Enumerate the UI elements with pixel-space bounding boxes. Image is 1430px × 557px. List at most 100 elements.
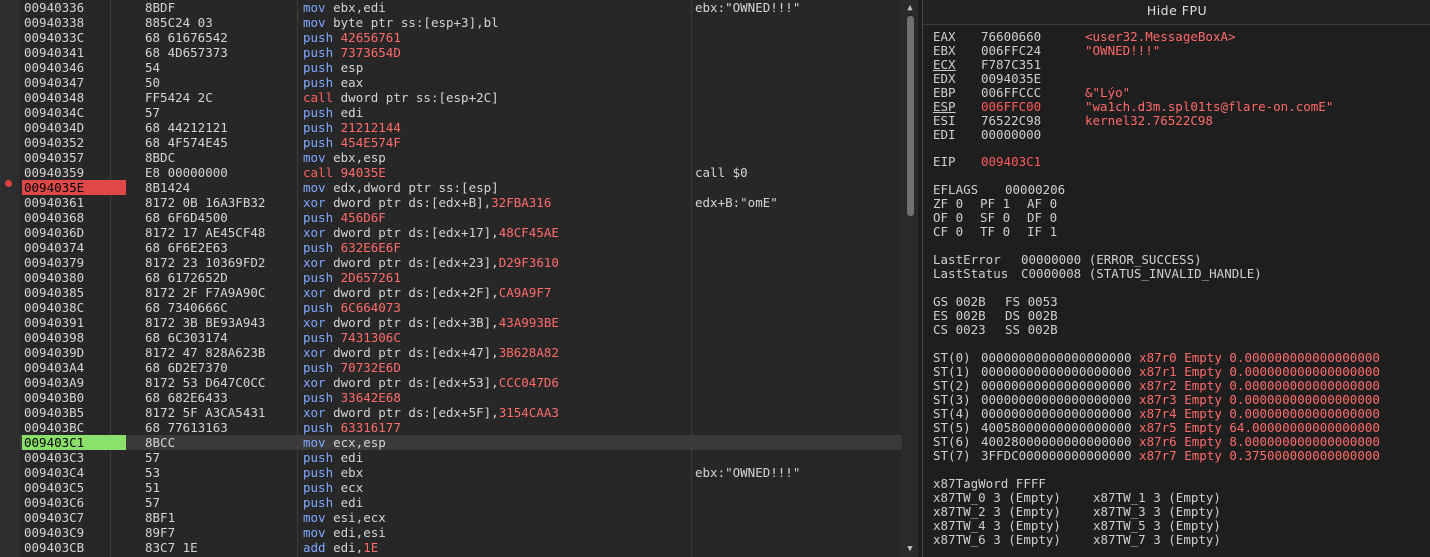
tagword-entry[interactable]: x87TW_0 3 (Empty) [933,491,1093,505]
segment-item[interactable]: CS 0023 [933,323,1005,337]
register-value[interactable]: 00000206 [1005,182,1065,197]
segment-item[interactable]: ES 002B [933,309,1005,323]
tagword-entry[interactable]: x87TW_1 3 (Empty) [1093,490,1221,505]
segment-item[interactable]: FS 0053 [1005,295,1077,309]
disassembly-scrollbar[interactable]: ▲ ▼ [902,0,918,557]
instruction-row[interactable]: 009403BC 68 77613163 push 63316177 [20,420,902,435]
instruction-row[interactable]: 00940398 68 6C303174 push 7431306C [20,330,902,345]
instruction-row[interactable]: 009403B5 8172 5F A3CA5431 xor dword ptr ds… [20,405,902,420]
fpu-register-name: ST(6) [933,434,971,449]
fpu-register-raw[interactable]: 00000000000000000000 [981,378,1132,393]
instruction-row[interactable]: 009403C7 8BF1 mov esi,ecx [20,510,902,525]
instruction-row[interactable]: 00940338 885C24 03 mov byte ptr ss:[esp+3]… [20,15,902,30]
instruction-row[interactable]: 0094034D 68 44212121 push 21212144 [20,120,902,135]
register-value[interactable]: 76522C98 [981,113,1041,128]
instruction-mnemonic: push [303,105,341,120]
breakpoint-gutter[interactable] [0,0,20,557]
segment-item[interactable]: SS 002B [1005,323,1077,337]
instruction-row[interactable]: 00940385 8172 2F F7A9A90C xor dword ptr ds… [20,285,902,300]
instruction-row[interactable]: 00940374 68 6F6E2E63 push 632E6E6F [20,240,902,255]
tagword-entry[interactable]: x87TW_2 3 (Empty) [933,505,1093,519]
instruction-row[interactable]: 009403B0 68 682E6433 push 33642E68 [20,390,902,405]
instruction-row[interactable]: 009403A4 68 6D2E7370 push 70732E6D [20,360,902,375]
instruction-address: 00940368 [24,210,85,225]
scroll-thumb[interactable] [907,16,914,216]
register-value[interactable]: FFFF [1016,476,1046,491]
instruction-text: push 456D6F [303,210,386,225]
flag-item[interactable]: PF 1 [980,197,1027,211]
fpu-register-raw[interactable]: 3FFDC000000000000000 [981,448,1132,463]
instruction-row[interactable]: 00940368 68 6F6D4500 push 456D6F [20,210,902,225]
instruction-row[interactable]: 0094039D 8172 47 828A623B xor dword ptr ds… [20,345,902,360]
scroll-up-arrow-icon[interactable]: ▲ [905,3,915,13]
instruction-row[interactable]: 00940379 8172 23 10369FD2 xor dword ptr ds… [20,255,902,270]
instruction-row[interactable]: 009403CB 83C7 1E add edi,1E [20,540,902,555]
instruction-operands: dword ptr ss:[esp+2C] [340,90,499,105]
instruction-row[interactable]: 00940348 FF5424 2C call dword ptr ss:[esp+… [20,90,902,105]
segment-value: 0023 [955,322,986,337]
register-value[interactable]: 00000000 [981,127,1041,142]
instruction-mnemonic: push [303,360,341,375]
instruction-operands: dword ptr ds:[edx+2F], [333,285,499,300]
fpu-register-raw[interactable]: 00000000000000000000 [981,364,1132,379]
instruction-row[interactable]: 0094038C 68 7340666C push 6C664073 [20,300,902,315]
flag-item[interactable]: ZF 0 [933,197,980,211]
fpu-register-raw[interactable]: 40058000000000000000 [981,420,1132,435]
instruction-row[interactable]: 009403C1 8BCC mov ecx,esp [20,435,902,450]
tagword-entry[interactable]: x87TW_3 3 (Empty) [1093,504,1221,519]
instruction-row[interactable]: 009403A9 8172 53 D647C0CC xor dword ptr ds… [20,375,902,390]
instruction-row[interactable]: 009403C5 51 push ecx [20,480,902,495]
disassembly-pane[interactable]: 00940336 8BDF mov ebx,edi ebx:"OWNED!!!" 009… [0,0,918,557]
instruction-row[interactable]: 00940380 68 6172652D push 2D657261 [20,270,902,285]
instruction-row[interactable]: 009403C6 57 push edi [20,495,902,510]
instruction-row[interactable]: 00940359 E8 00000000 call 94035E call $0 [20,165,902,180]
flag-item[interactable]: SF 0 [980,211,1027,225]
register-value[interactable]: 006FFCCC [981,85,1041,100]
instruction-row[interactable]: 0094035E 8B1424 mov edx,dword ptr ss:[esp] [5,180,902,195]
instruction-row[interactable]: 00940361 8172 0B 16A3FB32 xor dword ptr ds… [20,195,902,210]
scroll-down-arrow-icon[interactable]: ▼ [905,544,915,554]
instruction-row[interactable]: 009403C3 57 push edi [20,450,902,465]
flag-item[interactable]: OF 0 [933,211,980,225]
instruction-row[interactable]: 0094034C 57 push edi [20,105,902,120]
instruction-row[interactable]: 0094033C 68 61676542 push 42656761 [20,30,902,45]
instruction-text: mov ebx,esp [303,150,386,165]
flag-item[interactable]: CF 0 [933,225,980,239]
flag-item[interactable]: AF 0 [1027,197,1074,211]
register-value[interactable]: 0094035E [981,71,1041,86]
instruction-bytes: 68 6F6D4500 [145,210,228,225]
flag-item[interactable]: DF 0 [1027,211,1074,225]
instruction-row[interactable]: 0094036D 8172 17 AE45CF48 xor dword ptr ds… [20,225,902,240]
flag-item[interactable]: TF 0 [980,225,1027,239]
tagword-entry[interactable]: x87TW_7 3 (Empty) [1093,532,1221,547]
instruction-row[interactable]: 00940346 54 push esp [20,60,902,75]
instruction-row[interactable]: 00940341 68 4D657373 push 7373654D [20,45,902,60]
register-value[interactable]: 009403C1 [981,154,1041,169]
segment-item[interactable]: DS 002B [1005,309,1077,323]
register-value[interactable]: 006FFC00 [981,99,1041,114]
instruction-operands: ebx,edi [333,0,386,15]
instruction-row[interactable]: 009403C4 53 push ebx ebx:"OWNED!!!" [20,465,902,480]
instruction-row[interactable]: 00940336 8BDF mov ebx,edi ebx:"OWNED!!!" [20,0,902,15]
instruction-row[interactable]: 00940352 68 4F574E45 push 454E574F [20,135,902,150]
instruction-row[interactable]: 009403C9 89F7 mov edi,esi [20,525,902,540]
instruction-row[interactable]: 00940357 8BDC mov ebx,esp [20,150,902,165]
instruction-bytes: 68 61676542 [145,30,228,45]
register-value[interactable]: F787C351 [981,57,1041,72]
segment-item[interactable]: GS 002B [933,295,1005,309]
instruction-operands: dword ptr ds:[edx+B], [333,195,492,210]
instruction-row[interactable]: 00940347 50 push eax [20,75,902,90]
fpu-register-raw[interactable]: 00000000000000000000 [981,350,1132,365]
breakpoint-dot-icon[interactable] [5,180,12,187]
flag-item[interactable]: IF 1 [1027,225,1074,239]
fpu-register-raw[interactable]: 00000000000000000000 [981,392,1132,407]
fpu-register-raw[interactable]: 40028000000000000000 [981,434,1132,449]
hide-fpu-button[interactable]: Hide FPU [923,0,1430,25]
register-value[interactable]: 76600660 [981,29,1041,44]
register-value[interactable]: 006FFC24 [981,43,1041,58]
tagword-entry[interactable]: x87TW_6 3 (Empty) [933,533,1093,547]
fpu-register-raw[interactable]: 00000000000000000000 [981,406,1132,421]
instruction-row[interactable]: 00940391 8172 3B BE93A943 xor dword ptr ds… [20,315,902,330]
tagword-entry[interactable]: x87TW_5 3 (Empty) [1093,518,1221,533]
tagword-entry[interactable]: x87TW_4 3 (Empty) [933,519,1093,533]
